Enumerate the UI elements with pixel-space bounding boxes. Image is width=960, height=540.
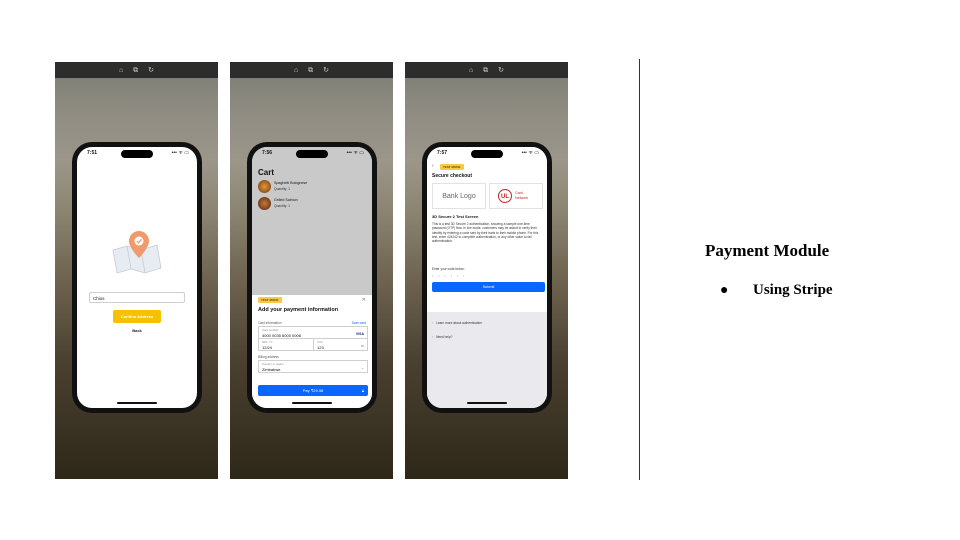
phone-screen: 7:51 ••• ᯤ ▭ Chios Confirm Address Back [77,147,197,408]
home-indicator [467,402,507,404]
lock-icon: 🔒︎ [361,388,364,393]
simulator-toolbar: ⌂ ⧉ ↻ [230,62,393,78]
card-network-line2: Network [515,195,529,200]
phone-frame: 7:57 ••• ᯤ ▭ ‹ TEST MODE Secure checkout… [422,142,552,413]
visa-icon: VISA [355,332,364,336]
bank-logo: Bank Logo [432,183,486,209]
screens-icon[interactable]: ⧉ [308,67,313,74]
cart-item: Grilled Salmon Quantity: 1 [258,197,368,211]
cart-item: Spaghetti Bolognese Quantity: 1 [258,180,368,194]
secure-checkout-title: Secure checkout [432,173,473,179]
status-icons: ••• ᯤ ▭ [171,150,189,156]
dynamic-island [121,150,153,158]
food-image [258,197,271,210]
phone-screen: 7:57 ••• ᯤ ▭ ‹ TEST MODE Secure checkout… [427,147,547,408]
slide-title: Payment Module [705,241,830,260]
vertical-divider [639,59,640,480]
phone-screen: 7:56 ••• ᯤ ▭ Cart Spaghetti Bolognese Qu… [252,147,372,408]
expiry-value: 12/24 [262,345,273,350]
need-help-link[interactable]: › Need help? [432,335,452,339]
chevron-down-icon: ⌄ [361,366,364,370]
country-select[interactable]: Country or region Zimbabwe ⌄ [258,360,368,373]
ds-test-description: This is a test 3D Secure 2 authenticatio… [432,222,539,244]
back-button[interactable]: Back [77,328,197,333]
screenshot-panel-payment: ⌂ ⧉ ↻ 7:56 ••• ᯤ ▭ Cart Spaghetti Bologn… [230,62,393,479]
home-icon[interactable]: ⌂ [119,67,123,74]
bullet-item: Using Stripe [753,282,833,298]
map-pin-icon [112,231,162,274]
simulator-toolbar: ⌂ ⧉ ↻ [405,62,568,78]
item-quantity: Quantity: 1 [274,187,290,191]
country-label: Country or region [262,362,284,366]
challenge-footer [427,312,547,408]
item-quantity: Quantity: 1 [274,204,290,208]
payment-sheet: TEST MODE ✕ Add your payment information… [252,295,372,408]
card-back-icon: ▭ [360,344,364,348]
need-help-label: Need help? [436,335,453,339]
code-label: Enter your code below: [432,267,465,271]
learn-more-label: Learn more about authentication [436,321,482,325]
sheet-title: Add your payment information [258,307,339,313]
country-value: Zimbabwe [262,367,281,372]
cvc-field[interactable]: CVC 123 ▭ [313,338,368,351]
code-input[interactable]: • • • • • • [432,274,466,278]
chevron-right-icon: › [432,335,434,339]
status-time: 7:56 [262,150,273,156]
cvc-value: 123 [317,345,324,350]
home-icon[interactable]: ⌂ [294,67,298,74]
status-icons: ••• ᯤ ▭ [521,150,539,156]
simulator-toolbar: ⌂ ⧉ ↻ [55,62,218,78]
expiry-label: MM / YY [262,340,273,344]
phone-frame: 7:56 ••• ᯤ ▭ Cart Spaghetti Bolognese Qu… [247,142,377,413]
status-time: 7:57 [437,150,448,156]
home-icon[interactable]: ⌂ [469,67,473,74]
screenshot-panel-3ds: ⌂ ⧉ ↻ 7:57 ••• ᯤ ▭ ‹ TEST MODE Secure ch… [405,62,568,479]
cvc-label: CVC [317,340,323,344]
phone-frame: 7:51 ••• ᯤ ▭ Chios Confirm Address Back [72,142,202,413]
card-network-logo: UL Card Network [489,183,543,209]
dynamic-island [471,150,503,158]
submit-button[interactable]: Submit [432,282,545,292]
chevron-right-icon: › [432,321,434,325]
screens-icon[interactable]: ⧉ [133,67,138,74]
back-chevron-icon[interactable]: ‹ [432,163,434,169]
home-indicator [117,402,157,404]
pay-button-label: Pay ₹29.58 [302,388,324,393]
status-icons: ••• ᯤ ▭ [346,150,364,156]
learn-more-link[interactable]: › Learn more about authentication [432,321,482,325]
bullet-icon: ● [720,283,729,298]
dynamic-island [296,150,328,158]
ds-test-title: 3D Secure 2 Test Screen [432,214,479,219]
card-info-label: Card information [258,321,282,325]
rotate-icon[interactable]: ↻ [323,67,329,74]
card-number-label: Card number [262,328,279,332]
home-indicator [292,402,332,404]
scan-card-link[interactable]: Scan card [352,321,366,325]
food-image [258,180,271,193]
item-name: Spaghetti Bolognese [274,181,308,185]
cart-title: Cart [258,168,275,177]
billing-address-label: Billing address [258,355,279,359]
test-mode-badge: TEST MODE [440,164,464,170]
screenshot-panel-address: ⌂ ⧉ ↻ 7:51 ••• ᯤ ▭ Chios Confirm Address… [55,62,218,479]
expiry-field[interactable]: MM / YY 12/24 [258,338,314,351]
screens-icon[interactable]: ⧉ [483,67,488,74]
rotate-icon[interactable]: ↻ [148,67,154,74]
card-network-text: Card Network [515,191,528,200]
city-input[interactable]: Chios [89,292,185,303]
pay-button[interactable]: Pay ₹29.58 🔒︎ [258,385,368,396]
close-icon[interactable]: ✕ [362,297,366,303]
rotate-icon[interactable]: ↻ [498,67,504,74]
confirm-address-button[interactable]: Confirm Address [113,310,161,323]
test-mode-badge: TEST MODE [258,297,282,303]
item-name: Grilled Salmon [274,198,298,202]
status-time: 7:51 [87,150,98,156]
ul-logo-icon: UL [498,189,512,203]
